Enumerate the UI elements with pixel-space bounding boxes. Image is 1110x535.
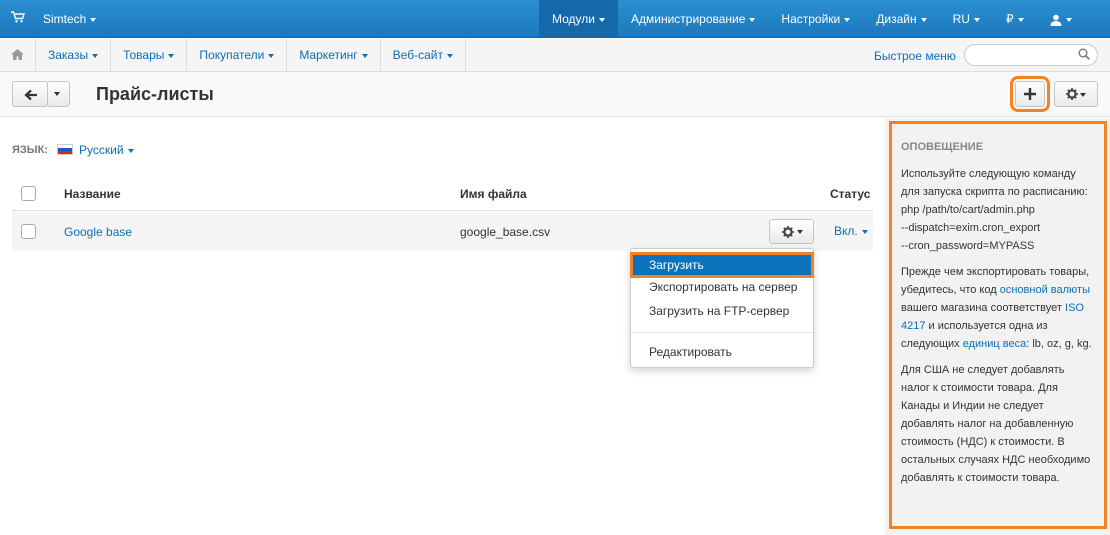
nav-label: Веб-сайт	[392, 48, 443, 62]
chevron-down-icon	[361, 53, 368, 58]
chevron-down-icon	[1080, 93, 1086, 97]
gear-icon	[1066, 88, 1078, 100]
chevron-down-icon	[446, 53, 453, 58]
top-navbar: Simtech Модули Администрирование Настрой…	[0, 0, 1110, 38]
notice-currency-info: Прежде чем экспортировать товары, убедит…	[901, 263, 1096, 353]
chevron-down-icon	[54, 92, 60, 96]
notice-command-line: --dispatch=exim.cron_export	[901, 222, 1041, 234]
row-actions-menu: Загрузить Экспортировать на сервер Загру…	[630, 248, 814, 368]
language-selector[interactable]: Русский	[79, 143, 134, 157]
top-nav-label: Администрирование	[630, 12, 746, 26]
nav-orders[interactable]: Заказы	[35, 39, 110, 71]
table-row: Google base google_base.csv Вкл.	[12, 212, 873, 251]
cart-icon[interactable]	[11, 11, 25, 23]
datafeed-name-link[interactable]: Google base	[64, 225, 132, 239]
language-label: ЯЗЫК:	[12, 144, 48, 156]
quick-menu-link[interactable]: Быстрое меню	[874, 49, 956, 63]
nav-customers[interactable]: Покупатели	[186, 39, 286, 71]
nav-products[interactable]: Товары	[110, 39, 186, 71]
page-title: Прайс-листы	[96, 84, 214, 104]
chevron-down-icon	[90, 17, 97, 22]
notice-panel: Оповещение Используйте следующую команду…	[889, 121, 1107, 529]
notice-text: Используйте следующую команду для запуск…	[901, 168, 1088, 198]
chevron-down-icon	[844, 17, 851, 22]
datafeed-filename: google_base.csv	[460, 225, 551, 239]
nav-label: Маркетинг	[299, 48, 358, 62]
chevron-down-icon	[973, 17, 980, 22]
top-nav-label: ₽	[1005, 12, 1014, 26]
chevron-down-icon	[1065, 17, 1072, 22]
table-header: Название Имя файла Статус	[12, 176, 873, 211]
status-value: Вкл.	[834, 224, 858, 238]
notice-text: вашего магазина соответствует	[901, 302, 1066, 314]
weight-units-link[interactable]: единиц веса	[963, 338, 1026, 350]
russia-flag-icon	[57, 144, 73, 155]
nav-label: Покупатели	[199, 48, 265, 62]
top-nav-design[interactable]: Дизайн	[863, 0, 939, 38]
top-nav-label: Настройки	[781, 12, 841, 26]
user-icon	[1050, 14, 1062, 26]
chevron-down-icon	[127, 148, 134, 153]
column-header-filename[interactable]: Имя файла	[460, 187, 527, 201]
top-nav-label: Модули	[552, 12, 595, 26]
chevron-down-icon	[920, 17, 927, 22]
chevron-down-icon	[268, 53, 275, 58]
page-toolbar: Прайс-листы	[0, 72, 1110, 117]
row-actions-button[interactable]	[769, 219, 814, 244]
search-input[interactable]	[964, 44, 1098, 66]
home-icon[interactable]	[11, 49, 24, 60]
language-value: Русский	[79, 143, 124, 157]
store-name: Simtech	[43, 12, 87, 26]
menu-item-upload-to-ftp[interactable]: Загрузить на FTP-сервер	[631, 299, 813, 323]
chevron-down-icon	[1017, 17, 1024, 22]
chevron-down-icon	[749, 17, 756, 22]
add-button[interactable]	[1010, 76, 1050, 112]
top-nav-account[interactable]	[1037, 0, 1085, 38]
menu-divider	[631, 332, 813, 333]
settings-dropdown-button[interactable]	[1054, 81, 1098, 107]
row-checkbox[interactable]	[21, 224, 36, 239]
secondary-nav: Заказы Товары Покупатели Маркетинг Веб-с…	[35, 39, 466, 71]
nav-marketing[interactable]: Маркетинг	[286, 39, 379, 71]
menu-item-export-to-server[interactable]: Экспортировать на сервер	[631, 275, 813, 299]
column-header-status[interactable]: Статус	[830, 187, 870, 201]
gear-icon	[782, 226, 794, 238]
column-header-name[interactable]: Название	[64, 187, 121, 201]
secondary-navbar: Заказы Товары Покупатели Маркетинг Веб-с…	[0, 39, 1110, 72]
nav-label: Товары	[123, 48, 165, 62]
notice-tax-info: Для США не следует добавлять налог к сто…	[901, 364, 1091, 484]
notice-title: Оповещение	[901, 141, 984, 153]
nav-label: Заказы	[48, 48, 89, 62]
notice-cron-command: Используйте следующую команду для запуск…	[901, 165, 1096, 255]
chevron-down-icon	[168, 53, 175, 58]
chevron-down-icon	[92, 53, 99, 58]
top-nav-settings[interactable]: Настройки	[768, 0, 863, 38]
chevron-down-icon	[598, 17, 605, 22]
nav-website[interactable]: Веб-сайт	[379, 39, 466, 71]
top-nav-modules[interactable]: Модули	[539, 0, 618, 38]
back-button[interactable]	[12, 81, 48, 107]
menu-item-edit[interactable]: Редактировать	[631, 340, 813, 364]
select-all-checkbox[interactable]	[21, 186, 36, 201]
top-nav-label: Дизайн	[876, 12, 917, 26]
top-nav: Модули Администрирование Настройки Дизай…	[539, 0, 1085, 38]
menu-item-upload[interactable]: Загрузить	[630, 252, 814, 278]
primary-currency-link[interactable]: основной валюты	[1000, 284, 1090, 296]
chevron-down-icon	[797, 230, 803, 234]
store-selector[interactable]: Simtech	[43, 12, 97, 26]
notice-text: : lb, oz, g, kg.	[1026, 338, 1092, 350]
top-nav-currency[interactable]: ₽	[993, 0, 1037, 38]
status-dropdown[interactable]: Вкл.	[834, 224, 868, 238]
chevron-down-icon	[861, 229, 868, 234]
top-nav-administration[interactable]: Администрирование	[618, 0, 768, 38]
top-nav-language[interactable]: RU	[940, 0, 993, 38]
plus-icon	[1024, 88, 1036, 100]
back-history-dropdown[interactable]	[47, 81, 70, 107]
notice-command-line: --cron_password=MYPASS	[901, 240, 1035, 252]
notice-command-line: php /path/to/cart/admin.php	[901, 204, 1035, 216]
search-icon[interactable]	[1078, 48, 1090, 60]
arrow-left-icon	[24, 89, 37, 101]
top-nav-label: RU	[952, 12, 970, 26]
